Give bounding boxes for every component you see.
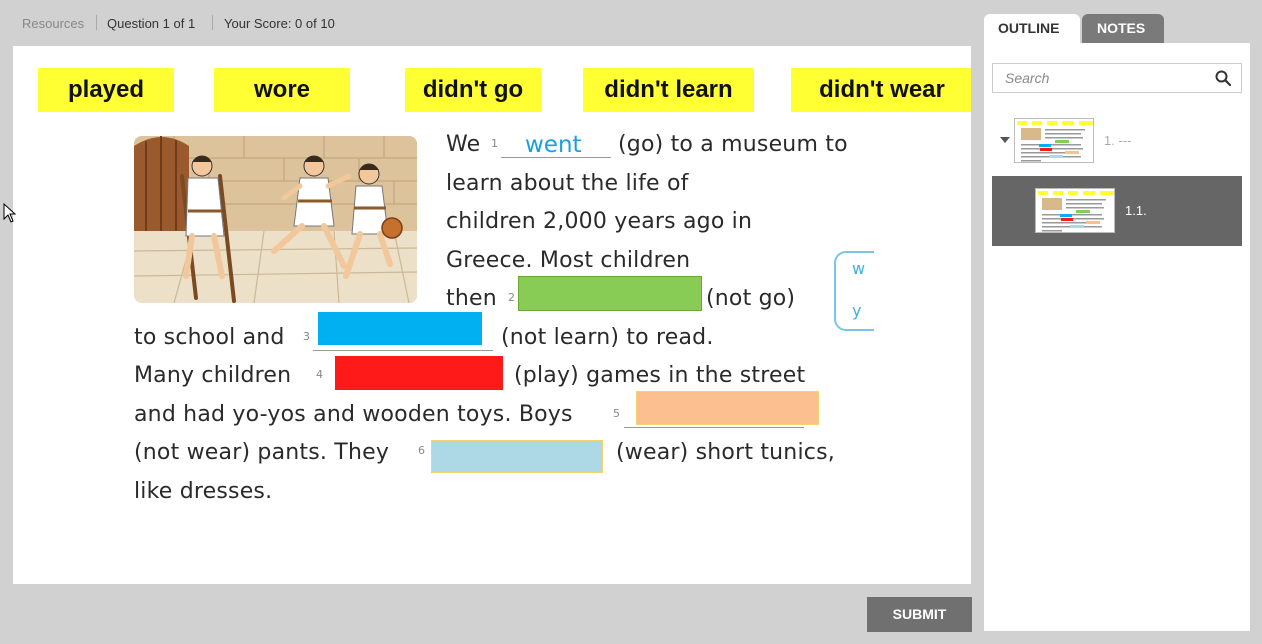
bubble-text: w [852, 259, 866, 278]
outline-item-selected[interactable]: 1.1. [992, 176, 1242, 246]
divider [212, 15, 213, 30]
submit-button[interactable]: SUBMIT [867, 597, 972, 632]
drop-zone-4[interactable] [335, 356, 503, 390]
search-input[interactable] [993, 64, 1203, 92]
text-line: (wear) short tunics, [616, 440, 835, 465]
word-chip-played[interactable]: played [38, 68, 174, 112]
drop-zone-2[interactable] [518, 276, 702, 311]
score-display: Your Score: 0 of 10 [224, 16, 335, 31]
question-counter: Question 1 of 1 [107, 16, 196, 31]
blank-underline [313, 350, 493, 351]
text-line: Many children [134, 363, 292, 388]
resources-link[interactable]: Resources [22, 16, 84, 31]
question-slide: played wore didn't go didn't learn didn'… [13, 46, 971, 584]
text-line: Greece. Most children [446, 248, 691, 273]
drop-zone-3[interactable] [318, 312, 482, 345]
divider [96, 15, 97, 30]
tab-outline[interactable]: OUTLINE [984, 14, 1080, 43]
text-line: (not go) [706, 286, 796, 311]
blank-number-4: 4 [316, 368, 323, 381]
outline-item-label[interactable]: 1. --- [1104, 133, 1131, 148]
text-line: and had yo-yos and wooden toys. Boys [134, 402, 573, 427]
slide-thumbnail[interactable] [1014, 118, 1094, 163]
text-line: We [446, 132, 481, 157]
speech-bubble: w y [834, 251, 874, 331]
top-bar: Resources Question 1 of 1 Your Score: 0 … [0, 0, 980, 46]
drop-zone-5[interactable] [636, 391, 819, 425]
text-line: (not learn) to read. [501, 325, 714, 350]
blank-number-5: 5 [613, 407, 620, 420]
text-line: learn about the life of [446, 171, 689, 196]
blank-number-1: 1 [491, 137, 498, 150]
drop-zone-6[interactable] [431, 440, 603, 473]
slide-thumbnail[interactable] [1035, 188, 1115, 233]
word-chip-didnt-wear[interactable]: didn't wear [791, 68, 971, 112]
mouse-cursor-icon [3, 203, 17, 223]
outline-panel: 1. --- 1.1. [984, 43, 1250, 631]
text-line: (go) to a museum to [618, 132, 848, 157]
outline-item-label: 1.1. [1125, 203, 1147, 218]
text-line: (not wear) pants. They [134, 440, 390, 465]
word-chip-wore[interactable]: wore [214, 68, 350, 112]
blank-underline [624, 427, 804, 428]
greek-children-illustration [134, 136, 417, 303]
search-box [992, 63, 1242, 93]
tab-notes[interactable]: NOTES [1082, 14, 1164, 43]
blank-number-6: 6 [418, 444, 425, 457]
search-icon[interactable] [1215, 70, 1231, 86]
collapse-arrow-icon[interactable] [1000, 137, 1010, 143]
blank-number-3: 3 [303, 330, 310, 343]
word-chip-didnt-learn[interactable]: didn't learn [583, 68, 754, 112]
word-chip-didnt-go[interactable]: didn't go [405, 68, 541, 112]
text-line: then [446, 286, 497, 311]
blank-number-2: 2 [508, 291, 515, 304]
text-line: children 2,000 years ago in [446, 209, 753, 234]
text-line: like dresses. [134, 479, 273, 504]
bubble-text: y [852, 301, 862, 320]
answer-went: went [525, 132, 582, 158]
text-line: (play) games in the street [514, 363, 806, 388]
blank-underline [501, 157, 611, 158]
text-line: to school and [134, 325, 285, 350]
